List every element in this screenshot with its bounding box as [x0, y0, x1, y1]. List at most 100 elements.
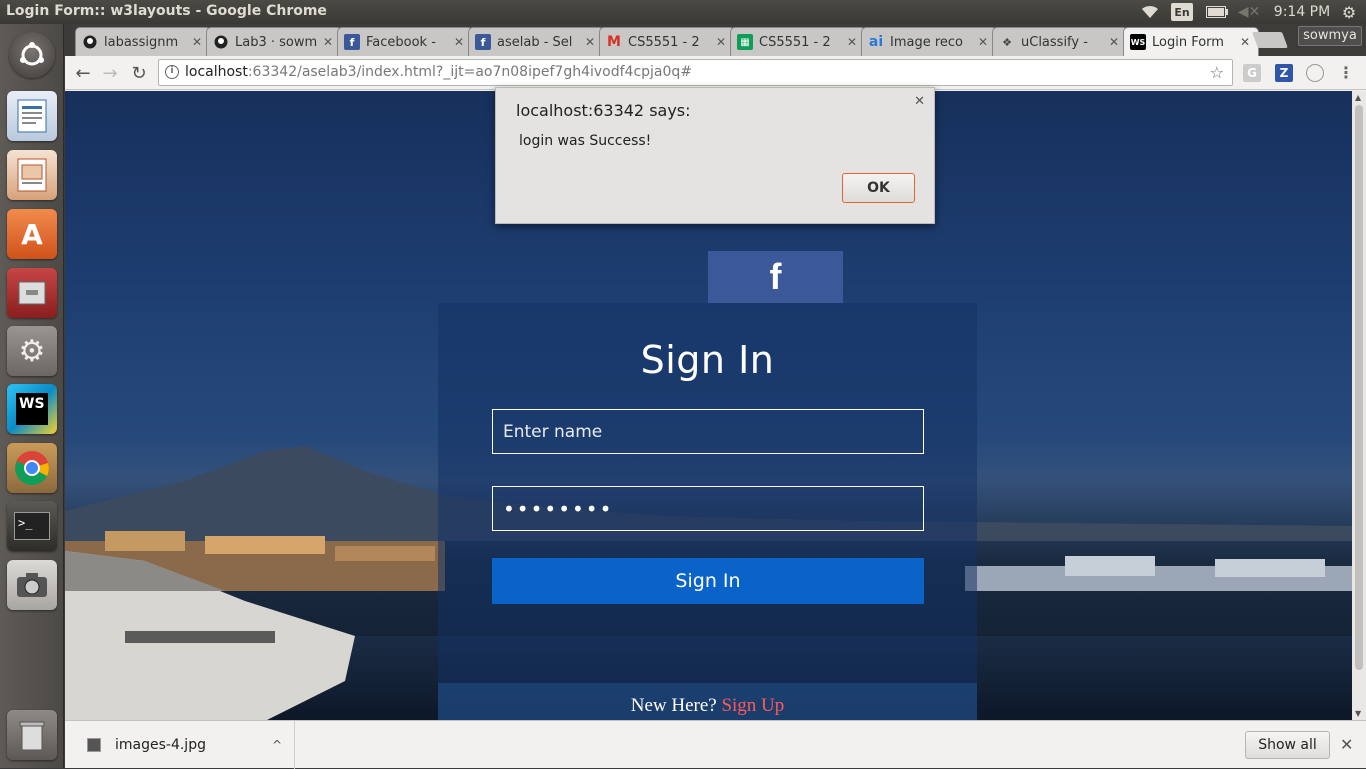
show-all-button[interactable]: Show all	[1245, 731, 1330, 759]
browser-tab[interactable]: f Facebook - ✕	[337, 27, 473, 56]
name-placeholder: Enter name	[503, 421, 603, 442]
browser-tab[interactable]: M CS5551 - 2 ✕	[599, 27, 735, 56]
close-icon[interactable]: ✕	[452, 35, 466, 49]
window-title: Login Form:: w3layouts - Google Chrome	[6, 3, 327, 19]
browser-tab[interactable]: Lab3 · sowm ✕	[206, 27, 342, 56]
tab-title: CS5551 - 2	[759, 34, 831, 50]
chrome-icon[interactable]	[7, 443, 57, 493]
system-top-panel: Login Form:: w3layouts - Google Chrome E…	[0, 0, 1366, 24]
close-icon[interactable]: ✕	[321, 35, 335, 49]
libreoffice-writer-icon[interactable]	[7, 91, 57, 141]
url-host: localhost	[185, 64, 248, 80]
alert-dialog: localhost:63342 says: ✕ login was Succes…	[495, 87, 935, 224]
password-input[interactable]: ••••••••	[492, 486, 924, 531]
address-bar[interactable]: i localhost:63342/aselab3/index.html?_ij…	[158, 59, 1233, 86]
browser-toolbar: ← → ↻ i localhost:63342/aselab3/index.ht…	[65, 56, 1366, 90]
tab-title: labassignm	[104, 34, 179, 50]
close-icon[interactable]: ✕	[714, 35, 728, 49]
scroll-down-icon[interactable]: ▼	[1355, 709, 1361, 718]
close-icon[interactable]: ✕	[1340, 735, 1353, 754]
bookmark-star-icon[interactable]: ☆	[1210, 60, 1224, 85]
profile-button[interactable]: sowmya	[1298, 26, 1362, 46]
signup-link[interactable]: Sign Up	[721, 695, 784, 716]
gmail-icon: M	[607, 34, 621, 50]
reload-button[interactable]: ↻	[127, 62, 151, 84]
facebook-icon: f	[475, 34, 491, 50]
tab-title: Login Form	[1152, 34, 1224, 50]
webstorm-icon[interactable]: WS	[7, 384, 57, 434]
tab-title: Lab3 · sowm	[235, 34, 318, 50]
new-tab-button[interactable]	[1252, 32, 1288, 48]
close-icon[interactable]: ✕	[190, 35, 204, 49]
close-icon[interactable]: ✕	[976, 35, 990, 49]
password-mask: ••••••••	[503, 496, 614, 521]
libreoffice-impress-icon[interactable]	[7, 150, 57, 200]
close-icon[interactable]: ✕	[914, 94, 925, 109]
close-icon[interactable]: ✕	[583, 35, 597, 49]
gear-icon[interactable]: ⚙	[1338, 0, 1360, 24]
login-panel: Sign In Enter name •••••••• Sign In New …	[438, 303, 977, 720]
tab-title: uClassify -	[1021, 34, 1088, 50]
software-center-icon[interactable]: A	[7, 209, 57, 259]
browser-window: labassignm ✕ Lab3 · sowm ✕ f Facebook - …	[65, 24, 1366, 769]
download-file-name: images-4.jpg	[115, 737, 206, 753]
back-button[interactable]: ←	[71, 62, 95, 84]
close-icon[interactable]: ✕	[1107, 35, 1121, 49]
grammarly-extension-icon[interactable]: G	[1243, 64, 1261, 82]
launcher: A ⚙ WS >_	[0, 24, 64, 768]
files-icon[interactable]	[7, 268, 57, 318]
browser-tab[interactable]: labassignm ✕	[75, 27, 211, 56]
sheets-icon: ▦	[737, 34, 753, 50]
browser-tab[interactable]: f aselab - Sel ✕	[468, 27, 604, 56]
scrollbar-thumb[interactable]	[1355, 105, 1363, 670]
signup-strip: New Here? Sign Up	[438, 683, 977, 720]
ubuntu-dash-icon[interactable]	[9, 32, 55, 78]
new-here-text: New Here?	[630, 695, 717, 716]
alert-ok-button[interactable]: OK	[842, 173, 915, 203]
browser-tab[interactable]: ❖ uClassify - ✕	[992, 27, 1128, 56]
scroll-up-icon[interactable]: ▲	[1355, 93, 1361, 102]
browser-tab-active[interactable]: WS Login Form ✕	[1123, 27, 1259, 56]
chrome-menu-icon[interactable]: ⋮	[1337, 64, 1355, 82]
url-path: :63342/aselab3/index.html?_ijt=ao7n08ipe…	[247, 64, 693, 80]
download-item[interactable]: images-4.jpg ^	[75, 721, 295, 769]
name-input[interactable]: Enter name	[492, 409, 924, 454]
background-yacht	[65, 551, 355, 720]
signin-heading: Sign In	[640, 338, 775, 382]
browser-tab[interactable]: ai Image reco ✕	[861, 27, 997, 56]
signin-button[interactable]: Sign In	[492, 558, 924, 604]
ai-icon: ai	[868, 34, 884, 50]
facebook-login-button[interactable]: f	[708, 251, 843, 303]
trash-icon[interactable]	[7, 710, 57, 760]
wifi-icon[interactable]	[1138, 0, 1162, 24]
tab-title: CS5551 - 2	[628, 34, 700, 50]
tab-title: Image reco	[890, 34, 964, 50]
tab-title: Facebook -	[366, 34, 436, 50]
github-icon	[213, 34, 229, 50]
tab-title: aselab - Sel	[497, 34, 573, 50]
clock[interactable]: 9:14 PM	[1270, 0, 1334, 24]
forward-button[interactable]: →	[98, 62, 122, 84]
alert-title: localhost:63342 says:	[516, 101, 691, 120]
close-icon[interactable]: ✕	[845, 35, 859, 49]
keyboard-language-indicator[interactable]: En	[1171, 3, 1193, 21]
ws-icon: WS	[1130, 34, 1146, 50]
close-icon[interactable]: ✕	[1238, 35, 1252, 49]
camera-icon[interactable]	[7, 560, 57, 610]
tab-strip: labassignm ✕ Lab3 · sowm ✕ f Facebook - …	[65, 24, 1366, 56]
github-icon	[82, 34, 98, 50]
page-scrollbar[interactable]: ▲ ▼	[1352, 91, 1366, 720]
system-settings-icon[interactable]: ⚙	[7, 326, 57, 376]
chevron-up-icon[interactable]: ^	[272, 738, 282, 752]
facebook-icon: f	[344, 34, 360, 50]
battery-icon[interactable]	[1204, 0, 1230, 24]
terminal-icon[interactable]: >_	[7, 501, 57, 551]
volume-muted-icon[interactable]: ◀✕	[1238, 0, 1261, 24]
browser-tab[interactable]: ▦ CS5551 - 2 ✕	[730, 27, 866, 56]
zotero-extension-icon[interactable]: Z	[1275, 64, 1293, 82]
image-file-icon	[87, 738, 101, 752]
extension-circle-icon[interactable]	[1306, 64, 1324, 82]
uclassify-icon: ❖	[1002, 35, 1012, 49]
info-icon[interactable]: i	[165, 65, 179, 79]
alert-message: login was Success!	[519, 133, 652, 149]
